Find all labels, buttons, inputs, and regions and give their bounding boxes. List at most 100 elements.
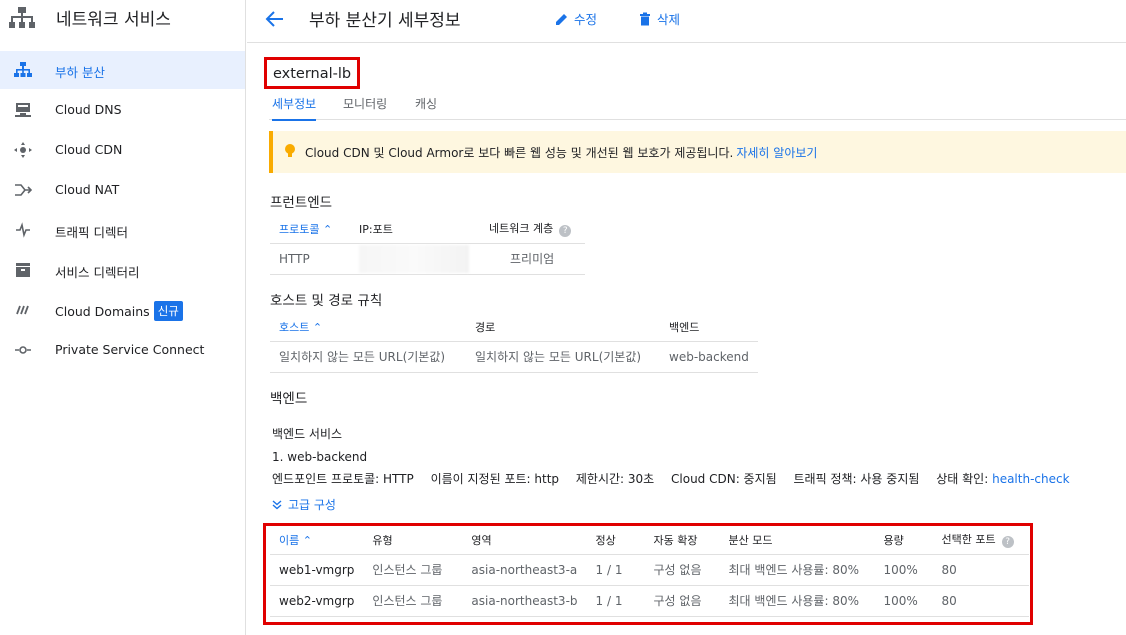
bk-cell-type: 인스턴스 그룹 [363,554,463,586]
bk-cell-type: 인스턴스 그룹 [363,585,463,617]
sidebar-item-label: Cloud CDN [55,142,123,157]
new-badge: 신규 [153,301,183,321]
frontend-table: 프로토콜 ⌃ IP:포트 네트워크 계층? HTTP 프리미엄 [270,215,585,275]
edit-button[interactable]: 수정 [555,9,597,28]
bk-cell-capacity: 100% [874,585,933,617]
host-header[interactable]: 호스트 ⌃ [270,313,466,342]
frontend-header-network-tier: 네트워크 계층? [480,215,585,244]
advanced-config-toggle[interactable]: 고급 구성 [272,496,336,513]
bk-cell-healthy: 1 / 1 [586,554,645,586]
sidebar-item-label: Cloud DNS [55,102,122,117]
traffic-director-icon [16,222,30,238]
bk-cell-balancing-mode: 최대 백엔드 사용률: 80% [719,554,875,586]
cdn-status: Cloud CDN: 중지됨 [671,472,777,486]
host-cell: 일치하지 않는 모든 URL(기본값) [270,341,466,373]
frontend-header-ip-port[interactable]: IP:포트 [350,215,480,244]
private-service-connect-icon [15,346,31,354]
backend-section-title: 백엔드 [270,391,308,407]
bk-header-zone[interactable]: 영역 [462,526,587,555]
bk-cell-zone: asia-northeast3-a [462,554,587,586]
learn-more-link[interactable]: 자세히 알아보기 [736,146,817,160]
back-arrow-icon[interactable] [264,8,286,30]
sidebar-item-label: Cloud Domains 신규 [55,301,183,322]
backend-header[interactable]: 백엔드 [660,313,758,342]
delete-button[interactable]: 삭제 [638,9,680,28]
path-cell: 일치하지 않는 모든 URL(기본값) [466,341,660,373]
sidebar-item-label: 트래픽 디렉터 [55,225,128,240]
network-services-logo-icon [9,7,35,28]
backend-properties: 엔드포인트 프로토콜: HTTP 이름이 지정된 포트: http 제한시간: … [272,470,1070,487]
info-banner: Cloud CDN 및 Cloud Armor로 보다 빠른 웹 성능 및 개선… [269,131,1126,173]
named-port: 이름이 지정된 포트: http [430,472,560,486]
frontend-tier-cell: 프리미엄 [480,243,585,275]
health-check-link[interactable]: health-check [992,472,1069,486]
sort-ascending-icon: ⌃ [312,320,323,334]
backend-instance-groups-table: 이름 ⌃ 유형 영역 정상 자동 확장 분산 모드 용량 선택한 포트? web… [270,526,1029,617]
bk-cell-port: 80 [932,585,1029,617]
bk-cell-autoscale: 구성 없음 [644,554,720,586]
table-row: web1-vmgrp 인스턴스 그룹 asia-northeast3-a 1 /… [270,554,1029,586]
frontend-section-title: 프런트엔드 [270,195,333,211]
cdn-icon [14,142,32,158]
endpoint-protocol: 엔드포인트 프로토콜: HTTP [272,472,414,486]
bk-header-name[interactable]: 이름 ⌃ [270,526,364,555]
sidebar-item-service-directory[interactable]: 서비스 디렉터리 [0,251,245,289]
bk-header-type[interactable]: 유형 [363,526,463,555]
bk-header-capacity[interactable]: 용량 [874,526,933,555]
table-row: web2-vmgrp 인스턴스 그룹 asia-northeast3-b 1 /… [270,585,1029,617]
sidebar-item-label: Cloud NAT [55,182,120,197]
tab-caching[interactable]: 캐싱 [415,95,437,119]
path-header[interactable]: 경로 [466,313,660,342]
sidebar-item-private-service-connect[interactable]: Private Service Connect [0,331,245,369]
bk-header-balancing-mode[interactable]: 분산 모드 [719,526,875,555]
frontend-header-protocol[interactable]: 프로토콜 ⌃ [270,215,350,244]
domains-icon [16,305,29,315]
sidebar-item-cloud-domains[interactable]: Cloud Domains 신규 [0,291,245,329]
sidebar-item-traffic-director[interactable]: 트래픽 디렉터 [0,211,245,249]
bk-cell-autoscale: 구성 없음 [644,585,720,617]
delete-label: 삭제 [657,12,681,27]
timeout: 제한시간: 30초 [575,472,655,486]
sidebar-item-cloud-cdn[interactable]: Cloud CDN [0,131,245,169]
sidebar-item-cloud-dns[interactable]: Cloud DNS [0,91,245,129]
lightbulb-icon [285,144,295,157]
banner-text: Cloud CDN 및 Cloud Armor로 보다 빠른 웹 성능 및 개선… [305,146,818,160]
double-chevron-down-icon [272,499,282,509]
traffic-policy: 트래픽 정책: 사용 중지됨 [793,472,920,486]
health-check-label: 상태 확인: [936,472,989,486]
bk-header-autoscale[interactable]: 자동 확장 [644,526,720,555]
help-icon[interactable]: ? [559,225,572,238]
page-title: 부하 분산기 세부정보 [309,11,461,31]
bk-cell-zone: asia-northeast3-b [462,585,587,617]
bk-header-healthy[interactable]: 정상 [586,526,645,555]
sidebar-item-label: 서비스 디렉터리 [55,265,140,280]
host-rules-section-title: 호스트 및 경로 규칙 [270,293,383,309]
sidebar-item-label: Private Service Connect [55,342,205,357]
tab-bar: 세부정보 모니터링 캐싱 [269,92,1126,121]
tab-details[interactable]: 세부정보 [272,95,317,121]
load-balancing-icon [14,62,32,77]
main-content: external-lb 세부정보 모니터링 캐싱 Cloud CDN 및 Clo… [247,44,1126,635]
sidebar-item-label: 부하 분산 [55,65,105,80]
service-directory-icon [16,263,30,277]
bk-cell-capacity: 100% [874,554,933,586]
sidebar-header: 네트워크 서비스 [0,0,246,40]
help-icon[interactable]: ? [1001,536,1014,549]
sidebar-item-load-balancing[interactable]: 부하 분산 [0,51,245,89]
tab-monitoring[interactable]: 모니터링 [343,95,387,119]
bk-header-selected-port: 선택한 포트? [932,526,1029,555]
sort-ascending-icon: ⌃ [322,222,333,236]
backend-service-title: 백엔드 서비스 [272,427,343,441]
frontend-protocol-cell: HTTP [270,243,350,275]
pencil-icon [556,13,567,25]
host-rules-table: 호스트 ⌃ 경로 백엔드 일치하지 않는 모든 URL(기본값) 일치하지 않는… [270,313,758,373]
load-balancer-name: external-lb [264,57,360,89]
backend-cell: web-backend [660,341,758,373]
sidebar-title: 네트워크 서비스 [56,10,171,30]
sidebar-item-cloud-nat[interactable]: Cloud NAT [0,171,245,209]
bk-cell-balancing-mode: 최대 백엔드 사용률: 80% [719,585,875,617]
redacted-ip [359,244,469,273]
table-row: HTTP 프리미엄 [270,243,585,275]
edit-label: 수정 [574,12,598,27]
nat-icon [15,184,32,196]
